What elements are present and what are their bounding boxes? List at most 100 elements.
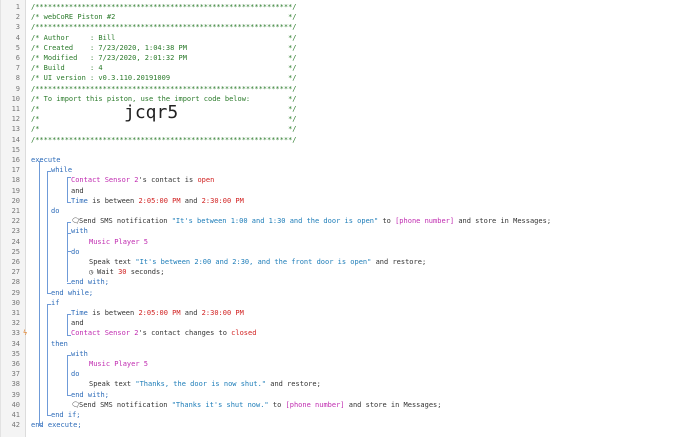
comment-line: /***************************************… (31, 84, 297, 94)
comment-text: /***************************************… (31, 3, 297, 11)
indent-guide (67, 354, 68, 395)
condition-text: 's contact is (138, 176, 198, 185)
keyword-end-while[interactable]: end while; (51, 289, 93, 297)
code-line: Time is between 2:05:00 PM and 2:30:00 P… (71, 308, 244, 318)
condition-value[interactable]: closed (231, 329, 256, 337)
code-line: while (51, 165, 72, 175)
device-music-player[interactable]: Music Player 5 (89, 238, 148, 246)
line-number: 8 (15, 74, 20, 83)
keyword-do[interactable]: do (51, 207, 59, 215)
indent-guide-tick (47, 303, 51, 305)
time-keyword: Time (71, 309, 88, 317)
keyword-execute[interactable]: execute (31, 156, 61, 164)
line-number: 18 (11, 176, 20, 185)
keyword-with[interactable]: with (71, 350, 88, 358)
phone-number[interactable]: [phone number] (395, 217, 454, 225)
line-number: 31 (11, 309, 20, 317)
line-number: 24 (11, 237, 20, 246)
code-line: Speak text "Thanks, the door is now shut… (89, 379, 321, 389)
indent-guide (67, 314, 68, 335)
line-number: 13 (11, 125, 20, 134)
time-keyword: Time (71, 196, 88, 205)
comment-line: /***************************************… (31, 22, 297, 32)
keyword-with[interactable]: with (71, 227, 88, 235)
comment-text: /* Created : 7/23/2020, 1:04:38 PM */ (31, 43, 297, 52)
line-number: 14 (11, 135, 20, 144)
condition-text: 's contact changes to (138, 329, 232, 338)
indent-guide (67, 232, 68, 251)
code-line: and (71, 318, 84, 328)
code-line: Speak text "It's between 2:00 and 2:30, … (89, 257, 426, 267)
line-number: 39 (11, 390, 20, 399)
message-string[interactable]: "It's between 1:00 and 1:30 and the door… (172, 217, 379, 225)
time-start-value[interactable]: 2:05:00 PM (138, 197, 180, 205)
line-number: 26 (11, 258, 20, 266)
comment-line: /* UI version : v0.3.110.20191009 */ (31, 73, 297, 83)
code-line: Contact Sensor 2's contact is open (71, 175, 214, 185)
comment-line: /***************************************… (31, 2, 297, 12)
indent-guide-tick (67, 177, 71, 179)
line-number-gutter: 1 2 3 4 5 6 7 8 9 10 11 12 13 14 15 16 17 18 19 20 21 22 23 24 2… (1, 0, 26, 437)
indent-guide-tick (39, 425, 43, 427)
condition-value[interactable]: open (197, 176, 214, 184)
to-text: to (268, 400, 286, 409)
indent-guide (67, 222, 68, 283)
keyword-end-with[interactable]: end with; (71, 278, 109, 286)
indent-guide (67, 177, 68, 202)
line-number: 33 (11, 329, 20, 338)
device-music-player[interactable]: Music Player 5 (89, 360, 148, 368)
import-code: jcqr5 (124, 102, 179, 124)
device-contact-sensor[interactable]: Contact Sensor 2 (71, 329, 138, 337)
comment-line: /* Author : Bill */ (31, 33, 297, 43)
comment-text: /* UI version : v0.3.110.20191009 */ (31, 74, 297, 83)
indent-guide-tick (47, 415, 51, 417)
keyword-while[interactable]: while (51, 166, 72, 174)
code-line: do (71, 247, 79, 257)
wait-value[interactable]: 30 (118, 268, 126, 276)
comment-line: /* webCoRE Piston #2 */ (31, 12, 297, 22)
comment-text: /* Author : Bill */ (31, 33, 297, 42)
comment-line: /* Created : 7/23/2020, 1:04:38 PM */ (31, 43, 297, 53)
time-end-value[interactable]: 2:30:00 PM (202, 197, 244, 205)
line-number: 37 (11, 370, 20, 379)
line-number: 38 (11, 380, 20, 389)
time-end-value[interactable]: 2:30:00 PM (202, 309, 244, 317)
keyword-end-with[interactable]: end with; (71, 391, 109, 399)
line-number: 35 (11, 349, 20, 358)
phone-number[interactable]: [phone number] (286, 401, 345, 409)
line-number: 30 (11, 298, 20, 307)
line-number: 32 (11, 319, 20, 328)
comment-text: /***************************************… (31, 84, 297, 93)
action-text: Speak text (89, 258, 136, 266)
code-line: Contact Sensor 2's contact changes to cl… (71, 328, 256, 338)
line-number: 40 (11, 400, 20, 409)
comment-line: /***************************************… (31, 135, 297, 145)
and-operator: and (71, 319, 84, 328)
line-number: 22 (11, 217, 20, 226)
comment-text: /***************************************… (31, 23, 297, 32)
keyword-if[interactable]: if (51, 299, 59, 307)
keyword-do[interactable]: do (71, 370, 79, 378)
time-start-value[interactable]: 2:05:00 PM (138, 309, 180, 317)
line-number: 25 (11, 247, 20, 256)
message-string[interactable]: "Thanks it's shut now." (172, 401, 269, 409)
line-number: 17 (11, 166, 20, 175)
code-line: 🗨Send SMS notification "It's between 1:0… (71, 216, 551, 226)
keyword-then[interactable]: then (51, 340, 68, 348)
clock-icon: ◷ (89, 268, 94, 277)
line-number: 16 (11, 156, 20, 164)
comment-icon: 🗨 (71, 400, 80, 409)
indent-guide-tick (67, 354, 71, 356)
speak-string[interactable]: "It's between 2:00 and 2:30, and the fro… (135, 258, 371, 266)
speak-string[interactable]: "Thanks, the door is now shut." (135, 380, 266, 388)
comment-text: /* Build : 4 */ (31, 64, 297, 73)
keyword-do[interactable]: do (71, 248, 79, 256)
code-line: end with; (71, 390, 109, 400)
indent-guide-tick (47, 292, 51, 294)
line-number: 2 (15, 13, 20, 22)
comment-text: /* */ (31, 125, 297, 134)
keyword-end-if[interactable]: end if; (51, 411, 81, 419)
code-line: and (71, 186, 84, 196)
wait-text: Wait (97, 268, 119, 277)
device-contact-sensor[interactable]: Contact Sensor 2 (71, 176, 138, 184)
